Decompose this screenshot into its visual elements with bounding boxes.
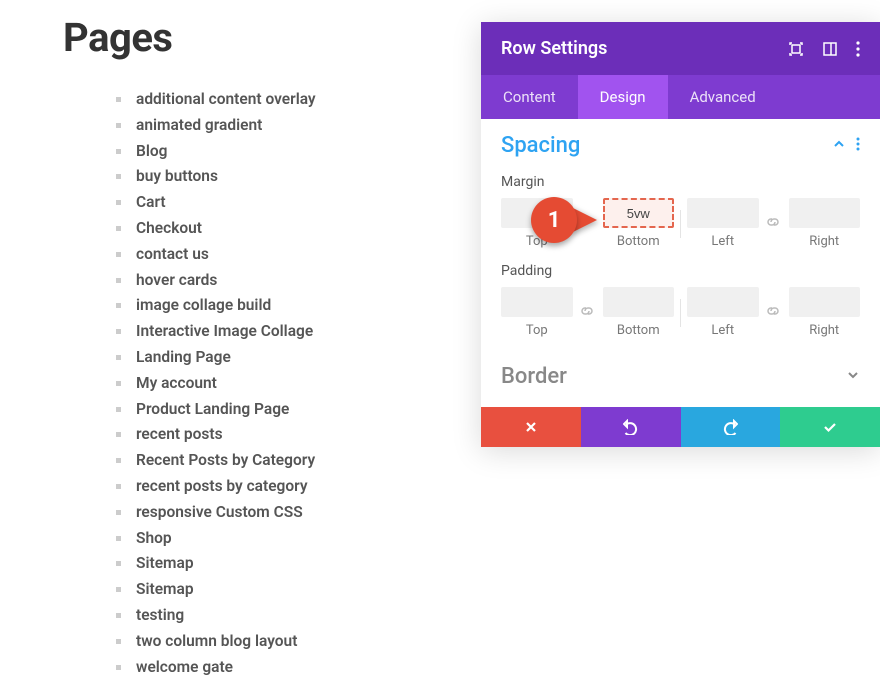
panel-footer [481,407,880,447]
list-item[interactable]: Checkout [116,216,463,242]
spacing-title: Spacing [501,133,580,158]
row-settings-panel: Row Settings Content Design Advanced [481,22,880,447]
link-icon[interactable] [765,214,783,234]
cancel-button[interactable] [481,407,581,447]
list-item[interactable]: Interactive Image Collage [116,319,463,345]
divider [680,299,681,327]
list-item[interactable]: contact us [116,242,463,268]
padding-top-label: Top [526,323,548,338]
list-item[interactable]: Sitemap [116,577,463,603]
list-item[interactable]: recent posts by category [116,474,463,500]
list-item[interactable]: Product Landing Page [116,397,463,423]
padding-top-input[interactable] [501,287,573,317]
chevron-up-icon[interactable] [832,136,846,155]
padding-left-input[interactable] [687,287,759,317]
margin-bottom-input[interactable] [603,198,675,228]
margin-bottom-label: Bottom [617,234,660,249]
list-item[interactable]: two column blog layout [116,629,463,655]
margin-top-input[interactable] [501,198,573,228]
list-item[interactable]: recent posts [116,422,463,448]
more-icon[interactable] [856,136,860,155]
padding-inputs: Top Bottom Left Right [481,287,880,338]
list-item[interactable]: welcome gate [116,655,463,681]
tab-advanced[interactable]: Advanced [668,75,778,119]
list-item[interactable]: buy buttons [116,164,463,190]
border-title: Border [501,364,567,389]
chevron-down-icon[interactable] [846,367,860,386]
divider [680,210,681,238]
margin-top-label: Top [526,234,548,249]
list-item[interactable]: Landing Page [116,345,463,371]
tab-content[interactable]: Content [481,75,578,119]
more-icon[interactable] [856,41,860,57]
list-item[interactable]: Blog [116,139,463,165]
tab-design[interactable]: Design [578,75,668,119]
pages-list: additional content overlay animated grad… [63,87,463,680]
padding-label: Padding [481,263,880,279]
padding-right-label: Right [809,323,839,338]
list-item[interactable]: Cart [116,190,463,216]
link-icon[interactable] [579,303,597,323]
padding-bottom-label: Bottom [617,323,660,338]
list-item[interactable]: additional content overlay [116,87,463,113]
margin-left-label: Left [711,234,734,249]
list-item[interactable]: animated gradient [116,113,463,139]
page-title: Pages [63,14,463,61]
panel-header: Row Settings [481,22,880,75]
border-section-header[interactable]: Border [481,348,880,407]
save-button[interactable] [780,407,880,447]
redo-button[interactable] [681,407,781,447]
link-icon[interactable] [765,303,783,323]
padding-bottom-input[interactable] [603,287,675,317]
margin-left-input[interactable] [687,198,759,228]
snap-icon[interactable] [822,41,838,57]
list-item[interactable]: Recent Posts by Category [116,448,463,474]
list-item[interactable]: Sitemap [116,551,463,577]
panel-title: Row Settings [501,38,607,59]
expand-icon[interactable] [788,41,804,57]
padding-right-input[interactable] [789,287,861,317]
margin-inputs: Top Bottom Left Right [481,198,880,249]
list-item[interactable]: Shop [116,526,463,552]
list-item[interactable]: My account [116,371,463,397]
spacing-section-header[interactable]: Spacing [481,119,880,168]
list-item[interactable]: testing [116,603,463,629]
margin-right-input[interactable] [789,198,861,228]
padding-left-label: Left [711,323,734,338]
list-item[interactable]: hover cards [116,268,463,294]
margin-right-label: Right [809,234,839,249]
margin-label: Margin [481,174,880,190]
list-item[interactable]: responsive Custom CSS [116,500,463,526]
undo-button[interactable] [581,407,681,447]
list-item[interactable]: image collage build [116,293,463,319]
tabs: Content Design Advanced [481,75,880,119]
